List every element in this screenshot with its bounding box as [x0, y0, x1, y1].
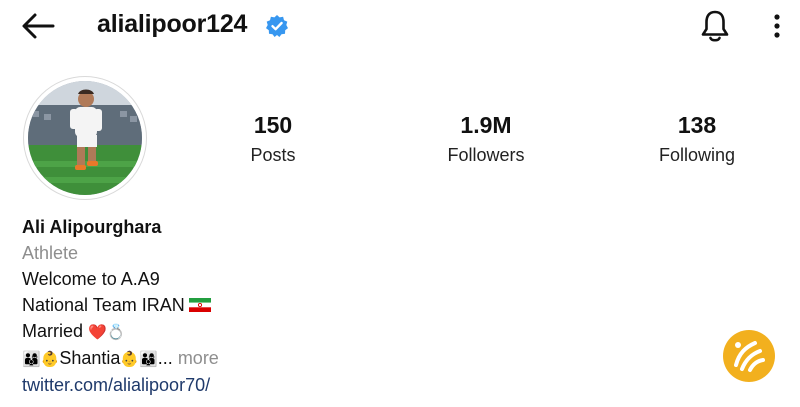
profile-username: alialipoor124 — [97, 10, 248, 38]
posts-count: 150 — [253, 112, 293, 138]
following-count: 138 — [677, 112, 717, 138]
notifications-bell-icon[interactable] — [698, 8, 732, 44]
bio-line-family: 👨‍👩‍👦👶Shantia👶👨‍👩‍👦... more — [22, 345, 442, 372]
watermark-logo — [723, 330, 775, 382]
posts-label: Posts — [250, 145, 296, 165]
heart-ring-emoji: ❤️💍 — [88, 323, 126, 341]
stat-posts[interactable]: 150 Posts — [203, 112, 343, 166]
stat-followers[interactable]: 1.9M Followers — [416, 112, 556, 166]
profile-bio: Ali Alipourghara Athlete Welcome to A.A9… — [22, 214, 442, 398]
bio-line-married: Married ❤️💍 — [22, 318, 442, 345]
back-arrow-icon[interactable] — [20, 10, 56, 42]
followers-count: 1.9M — [460, 112, 512, 138]
bio-line-team: National Team IRAN — [22, 292, 442, 318]
family-name: Shantia — [59, 348, 121, 368]
bio-team-text: National Team IRAN — [22, 295, 185, 315]
baby-family-emoji: 👶👨‍👩‍👦 — [120, 350, 158, 368]
family-emoji: 👨‍👩‍👦👶 — [22, 350, 60, 368]
bio-website-link[interactable]: twitter.com/alialipoor70/ — [22, 372, 442, 398]
avatar-photo — [28, 81, 142, 195]
category-label: Athlete — [22, 243, 79, 263]
profile-header: alialipoor124 — [0, 0, 800, 56]
followers-label: Followers — [447, 145, 525, 165]
married-text: Married — [22, 321, 84, 341]
following-label: Following — [658, 145, 736, 165]
verified-badge-icon — [266, 15, 288, 37]
stat-following[interactable]: 138 Following — [627, 112, 767, 166]
bio-line-welcome: Welcome to A.A9 — [22, 269, 160, 289]
profile-avatar[interactable] — [23, 76, 147, 200]
bio-more-link[interactable]: more — [178, 348, 219, 368]
more-options-icon[interactable] — [766, 10, 788, 42]
display-name: Ali Alipourghara — [22, 217, 162, 237]
iran-flag-icon — [188, 298, 211, 312]
bio-ellipsis: ... — [157, 348, 173, 368]
